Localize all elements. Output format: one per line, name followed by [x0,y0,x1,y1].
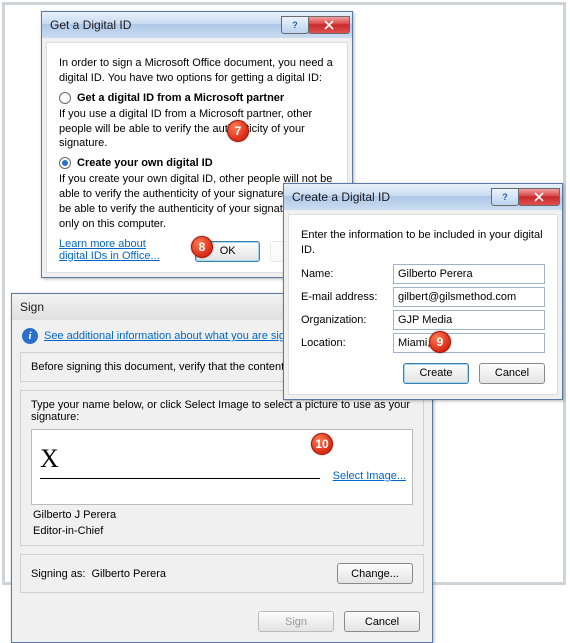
change-button[interactable]: Change... [337,563,413,584]
info-icon: i [22,328,38,344]
getid-titlebar: Get a Digital ID ? [42,12,352,38]
name-field[interactable] [393,264,545,284]
createid-intro: Enter the information to be included in … [301,228,545,258]
signature-line [40,478,320,479]
location-field[interactable] [393,333,545,353]
signature-box: X Select Image... [31,429,413,505]
sign-button-row: Sign Cancel [12,601,432,642]
svg-text:?: ? [502,192,508,202]
help-icon[interactable]: ? [491,188,519,206]
create-button[interactable]: Create [403,363,469,384]
loc-label: Location: [301,337,385,349]
signer-title: Editor-in-Chief [33,525,413,537]
create-digital-id-dialog: Create a Digital ID ? Enter the informat… [283,183,563,400]
signing-as-value: Gilberto Perera [91,568,331,580]
createid-title: Create a Digital ID [292,190,492,204]
learn-more-link[interactable]: Learn more about digital IDs in Office..… [59,238,175,262]
close-icon[interactable] [308,16,350,34]
step-badge-9: 9 [429,331,451,353]
org-label: Organization: [301,314,385,326]
radio-create-own[interactable] [59,157,71,169]
signature-panel: Type your name below, or click Select Im… [20,390,424,546]
sign-cancel-button[interactable]: Cancel [344,611,420,632]
signing-as-panel: Signing as: Gilberto Perera Change... [20,554,424,593]
radio-partner-label: Get a digital ID from a Microsoft partne… [77,92,284,104]
signing-as-label: Signing as: [31,568,85,580]
select-image-link[interactable]: Select Image... [333,470,406,482]
signer-name: Gilberto J Perera [33,509,413,521]
step-badge-7: 7 [227,120,249,142]
additional-info-link[interactable]: See additional information about what yo… [44,330,315,342]
organization-field[interactable] [393,310,545,330]
step-badge-8: 8 [191,236,213,258]
getid-title: Get a Digital ID [50,18,282,32]
email-label: E-mail address: [301,291,385,303]
createid-titlebar: Create a Digital ID ? [284,184,562,210]
signature-x: X [40,444,59,474]
radio-partner[interactable] [59,92,71,104]
help-icon[interactable]: ? [281,16,309,34]
createid-body: Enter the information to be included in … [288,214,558,395]
sign-button: Sign [258,611,334,632]
createid-cancel-button[interactable]: Cancel [479,363,545,384]
close-icon[interactable] [518,188,560,206]
radio-create-own-label: Create your own digital ID [77,157,213,169]
email-field[interactable] [393,287,545,307]
opt1-desc: If you use a digital ID from a Microsoft… [59,107,335,152]
svg-text:?: ? [292,20,298,30]
type-prompt: Type your name below, or click Select Im… [31,399,413,423]
step-badge-10: 10 [311,433,333,455]
getid-intro: In order to sign a Microsoft Office docu… [59,56,335,86]
name-label: Name: [301,268,385,280]
